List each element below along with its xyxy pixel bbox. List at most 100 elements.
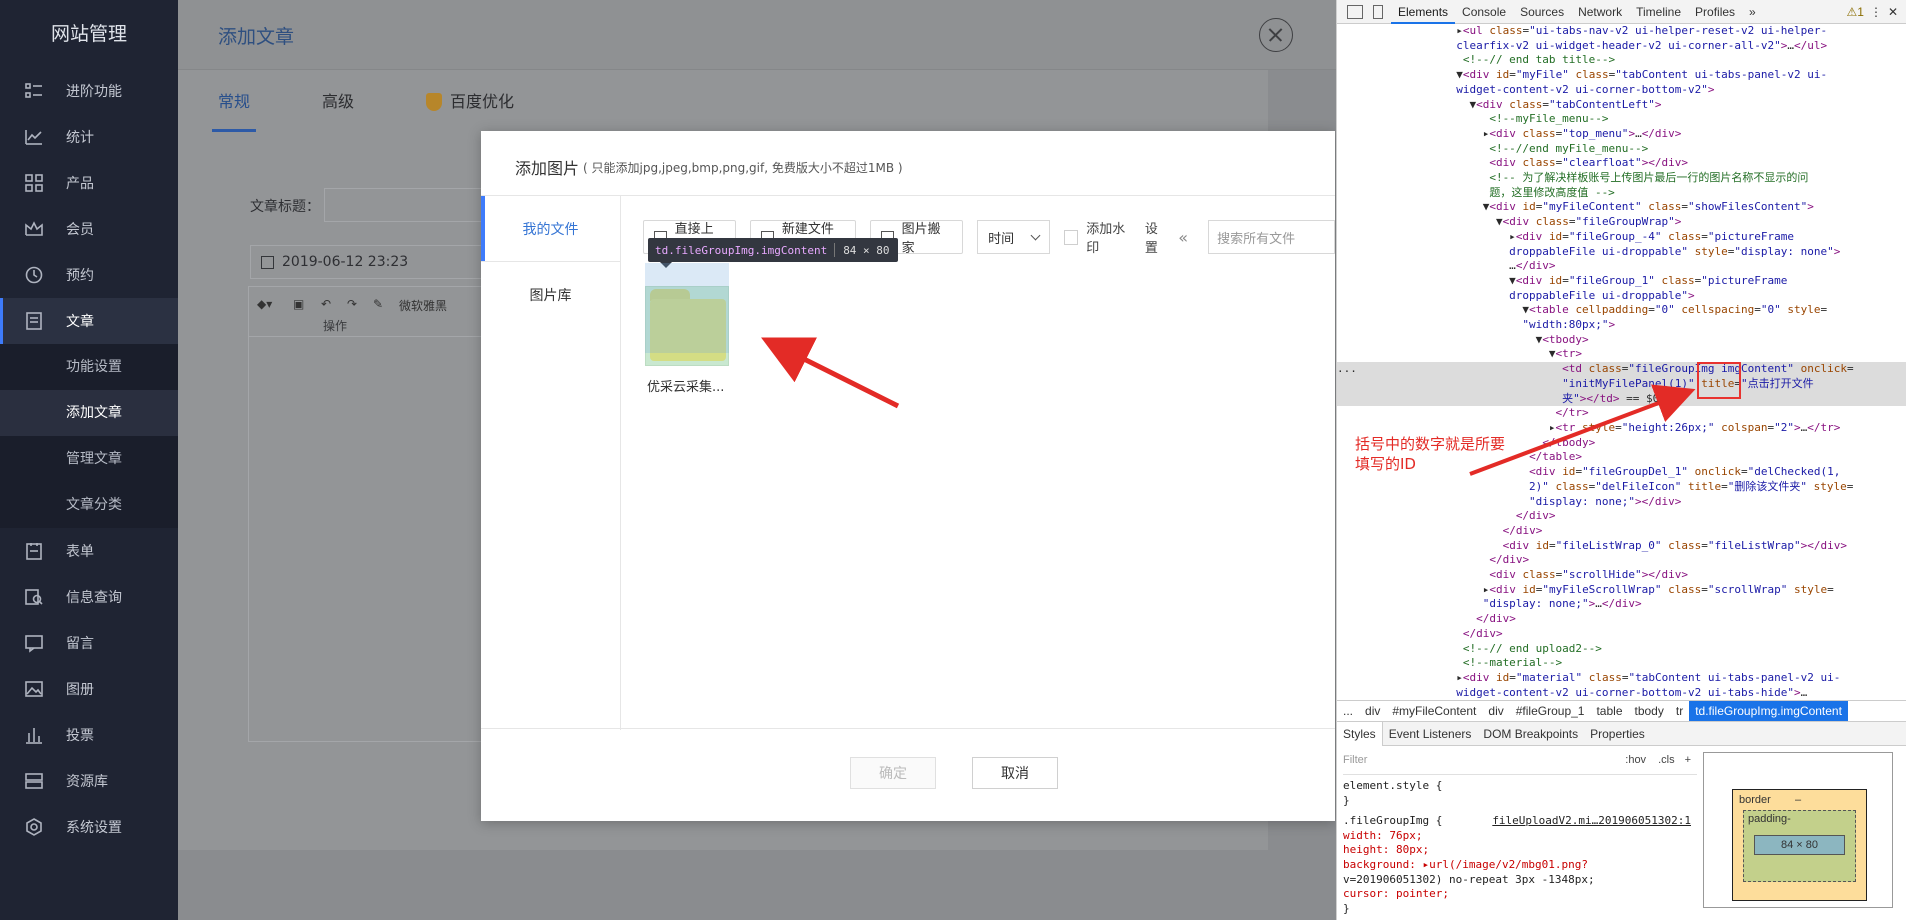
css-line[interactable]: background: ▸url(/image/v2/mbg01.png? — [1343, 858, 1697, 873]
save-icon[interactable]: ▣ — [293, 297, 304, 311]
tab-label: 常规 — [218, 92, 251, 111]
box-border-value: – — [1795, 794, 1802, 806]
crumb[interactable]: div — [1482, 704, 1509, 718]
device-icon[interactable] — [1373, 4, 1383, 19]
sidebar-sub-add-article[interactable]: 添加文章 — [0, 390, 178, 436]
tab-elements[interactable]: Elements — [1391, 0, 1456, 24]
redo-icon[interactable]: ↷ — [347, 297, 357, 311]
tooltip-size: 84 × 80 — [843, 243, 890, 257]
date-value: 2019-06-12 23:23 — [282, 254, 409, 270]
sidebar-sub-categories[interactable]: 文章分类 — [0, 482, 178, 528]
annotation-text: 括号中的数字就是所要填写的ID — [1355, 435, 1506, 473]
font-select[interactable]: 微软雅黑 — [399, 297, 447, 314]
tab-seo[interactable]: 百度优化 — [426, 84, 514, 132]
tab-network[interactable]: Network — [1571, 0, 1629, 24]
css-source-link[interactable]: fileUploadV2.mi…201906051302:1 — [1492, 814, 1691, 829]
sidebar-sub-manage[interactable]: 管理文章 — [0, 436, 178, 482]
crumb[interactable]: #myFileContent — [1386, 704, 1482, 718]
brush-icon[interactable]: ✎ — [373, 297, 383, 311]
tab-sources[interactable]: Sources — [1513, 0, 1571, 24]
add-rule-icon[interactable]: + — [1685, 753, 1691, 768]
css-line[interactable]: cursor: pointer; — [1343, 887, 1697, 902]
inspect-icon[interactable] — [1347, 4, 1363, 19]
sidebar-item-forms[interactable]: 表单 — [0, 528, 178, 574]
watermark-label: 添加水印 — [1086, 222, 1126, 256]
folder-name[interactable]: 优采云采集... — [647, 376, 724, 395]
menu-icon[interactable]: ⋮ — [1870, 5, 1882, 19]
tab-event-listeners[interactable]: Event Listeners — [1383, 727, 1478, 741]
nav-my-files[interactable]: 我的文件 — [481, 196, 620, 262]
confirm-button[interactable]: 确定 — [850, 757, 936, 789]
css-line[interactable]: height: 80px; — [1343, 843, 1697, 858]
tab-advanced[interactable]: 高级 — [322, 84, 354, 132]
sidebar-sub-settings[interactable]: 功能设置 — [0, 344, 178, 390]
move-label: 图片搬家 — [901, 222, 941, 256]
tab-timeline[interactable]: Timeline — [1629, 0, 1688, 24]
cancel-button[interactable]: 取消 — [972, 757, 1058, 789]
close-icon[interactable] — [1259, 18, 1293, 52]
bars-icon — [24, 725, 44, 745]
tab-profiles[interactable]: Profiles — [1688, 0, 1742, 24]
storage-icon — [24, 771, 44, 791]
search-input[interactable]: 搜索所有文件 — [1208, 220, 1336, 254]
crumb[interactable]: tbody — [1629, 704, 1670, 718]
eraser-icon[interactable]: ◆▾ — [257, 297, 272, 311]
tooltip-selector: td.fileGroupImg.imgContent — [655, 243, 828, 257]
css-selector: .fileGroupImg { — [1343, 814, 1443, 828]
nav-image-library[interactable]: 图片库 — [481, 262, 620, 328]
crumb-selected[interactable]: td.fileGroupImg.imgContent — [1689, 701, 1848, 721]
more-tabs-icon[interactable]: » — [1742, 0, 1763, 24]
highlight-box — [1697, 362, 1741, 399]
sidebar-item-stats[interactable]: 统计 — [0, 114, 178, 160]
sidebar-item-album[interactable]: 图册 — [0, 666, 178, 712]
box-border-label: border — [1739, 794, 1771, 806]
tab-general[interactable]: 常规 — [211, 84, 257, 132]
tab-console[interactable]: Console — [1455, 0, 1513, 24]
dialog-title: 添加图片 — [515, 159, 580, 178]
sidebar-item-members[interactable]: 会员 — [0, 206, 178, 252]
crumb[interactable]: ... — [1337, 704, 1359, 718]
image-icon — [24, 679, 44, 699]
crumb[interactable]: table — [1590, 704, 1628, 718]
tab-dom-breakpoints[interactable]: DOM Breakpoints — [1477, 727, 1584, 741]
dialog-body: 我的文件 图片库 直接上传 新建文件夹 图片搬家 时间 添加水印 设置 « 搜索… — [481, 195, 1336, 730]
sidebar-item-label: 文章 — [66, 314, 94, 330]
add-image-dialog: 添加图片 ( 只能添加jpg,jpeg,bmp,png,gif, 免费版大小不超… — [481, 131, 1336, 821]
sidebar-item-products[interactable]: 产品 — [0, 160, 178, 206]
article-title-label: 文章标题： — [250, 199, 320, 215]
undo-icon[interactable]: ↶ — [321, 297, 331, 311]
sidebar-item-info-query[interactable]: 信息查询 — [0, 574, 178, 620]
warning-badge[interactable]: ⚠1 — [1847, 5, 1864, 19]
sidebar-item-vote[interactable]: 投票 — [0, 712, 178, 758]
sidebar-item-booking[interactable]: 预约 — [0, 252, 178, 298]
collapse-icon[interactable]: « — [1178, 228, 1188, 247]
crumb[interactable]: tr — [1670, 704, 1689, 718]
close-icon[interactable]: ✕ — [1888, 5, 1898, 19]
clock-icon — [24, 265, 44, 285]
sidebar-item-advanced[interactable]: 进阶功能 — [0, 68, 178, 114]
crumb[interactable]: div — [1359, 704, 1386, 718]
sidebar-item-label: 统计 — [66, 130, 94, 146]
page-title: 添加文章 — [218, 26, 295, 48]
settings-link[interactable]: 设置 — [1145, 218, 1170, 256]
sort-value: 时间 — [988, 231, 1015, 247]
hov-toggle[interactable]: :hov — [1625, 753, 1646, 768]
tab-properties[interactable]: Properties — [1584, 727, 1651, 741]
watermark-checkbox[interactable] — [1063, 229, 1079, 245]
dialog-footer: 确定 取消 — [481, 731, 1335, 821]
sort-select[interactable]: 时间 — [977, 220, 1050, 254]
sidebar-item-system[interactable]: 系统设置 — [0, 804, 178, 850]
sidebar-item-messages[interactable]: 留言 — [0, 620, 178, 666]
css-rules: element.style { } .fileGroupImg {fileUpl… — [1343, 775, 1697, 916]
sidebar-item-articles[interactable]: 文章 — [0, 298, 178, 344]
sidebar-item-resources[interactable]: 资源库 — [0, 758, 178, 804]
inspect-highlight — [645, 263, 729, 353]
crumb[interactable]: #fileGroup_1 — [1510, 704, 1591, 718]
cls-toggle[interactable]: .cls — [1658, 753, 1675, 768]
css-line: } — [1343, 793, 1350, 807]
styles-filter[interactable]: Filter :hov .cls + — [1343, 747, 1697, 775]
sidebar-item-label: 图册 — [66, 682, 94, 698]
css-line[interactable]: width: 76px; — [1343, 829, 1697, 844]
gear-icon — [24, 817, 44, 837]
tab-styles[interactable]: Styles — [1337, 721, 1383, 746]
